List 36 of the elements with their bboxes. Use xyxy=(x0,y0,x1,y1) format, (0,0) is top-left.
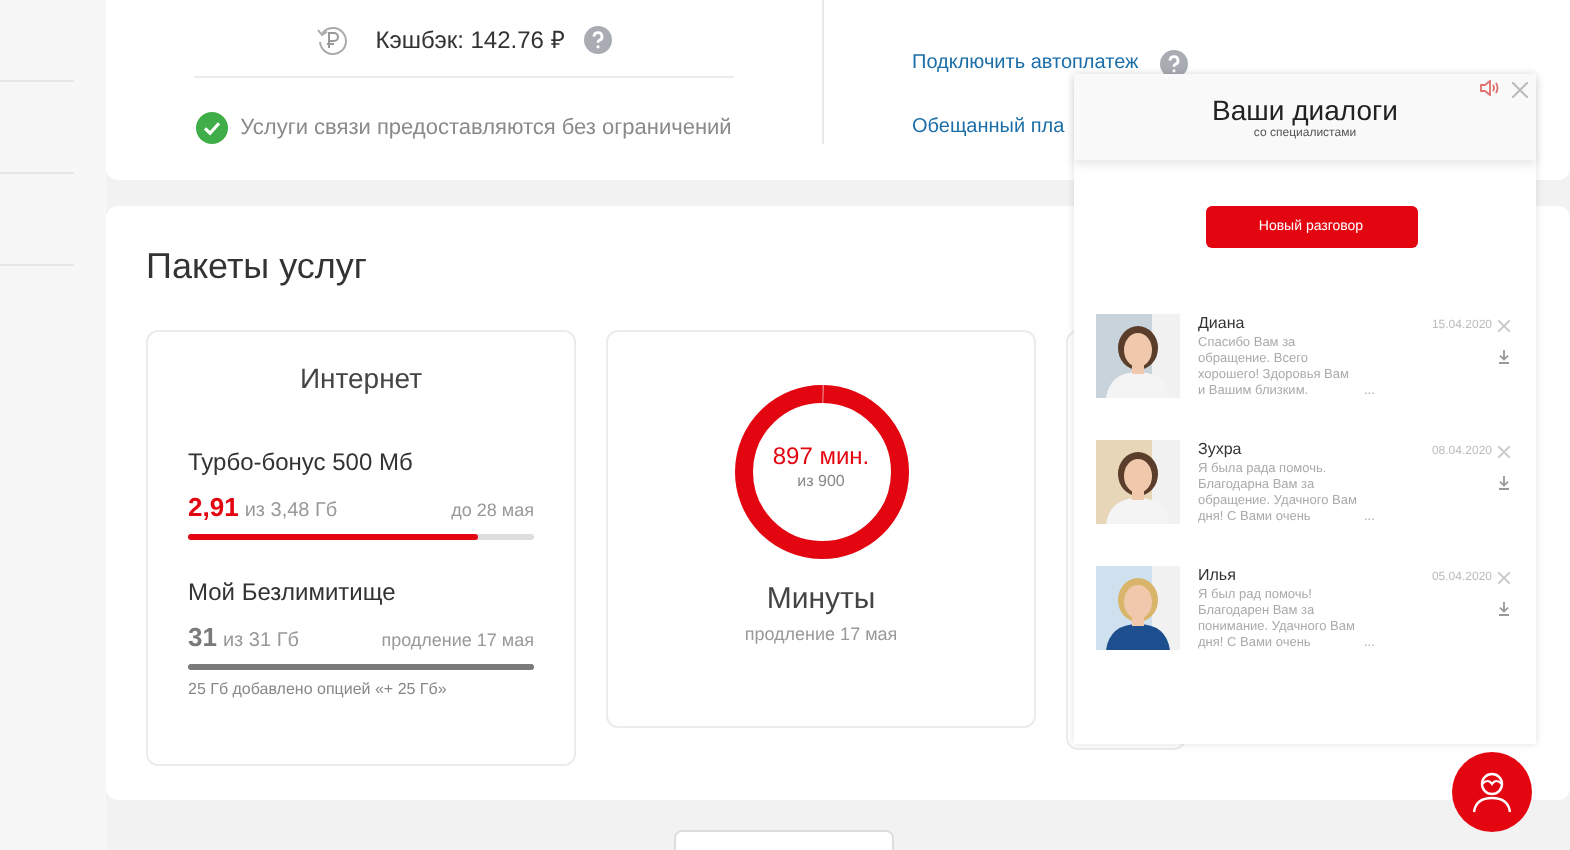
close-icon[interactable] xyxy=(1498,572,1510,584)
contact-name: Диана xyxy=(1198,314,1247,332)
close-icon[interactable] xyxy=(1498,446,1510,458)
cashback-amount: Кэшбэк: 142.76 ₽ xyxy=(375,24,565,57)
help-icon[interactable] xyxy=(584,25,613,54)
download-icon[interactable] xyxy=(1498,602,1510,616)
renewal-date: продление 17 мая xyxy=(381,630,534,650)
ruble-refresh-icon xyxy=(315,23,348,56)
download-icon[interactable] xyxy=(1498,476,1510,490)
card-title: Интернет xyxy=(297,362,425,394)
link[interactable]: Обещанный пла xyxy=(912,116,1065,138)
contact-name: Зухра xyxy=(1198,440,1244,458)
renewal-date: до 28 мая xyxy=(451,500,534,520)
contact-name: Илья xyxy=(1198,566,1238,584)
used-amount: 2,91 xyxy=(188,492,239,522)
option-note: 25 Гб добавлено опцией «+ 25 Гб» xyxy=(188,680,449,698)
card-title: Минуты xyxy=(766,582,876,616)
support-button[interactable] xyxy=(1452,752,1532,832)
minutes-left: 897 мин. xyxy=(770,442,872,470)
close-icon[interactable] xyxy=(1498,320,1510,332)
renewal-date: продление 17 мая xyxy=(744,624,898,644)
chat-title: Ваши диалоги xyxy=(1212,94,1398,126)
minutes-total: из 900 xyxy=(795,472,847,490)
package-name: Турбо-бонус 500 Мб xyxy=(188,448,415,476)
total-amount: из 3,48 Гб xyxy=(244,500,338,522)
close-icon[interactable] xyxy=(1512,82,1528,98)
total-amount: из 31 Гб xyxy=(222,630,299,652)
check-icon xyxy=(196,112,229,144)
speaker-icon[interactable] xyxy=(1480,80,1500,96)
package-name: Мой Безлимитище xyxy=(188,578,398,606)
download-icon[interactable] xyxy=(1498,350,1510,364)
link[interactable]: Подключить автоплатеж xyxy=(912,52,1139,74)
service-status: Услуги связи предоставляются без ограничений xyxy=(240,116,732,140)
section-title: Пакеты услуг xyxy=(146,246,369,290)
used-amount: 31 xyxy=(188,622,217,652)
person-icon xyxy=(1468,768,1516,816)
